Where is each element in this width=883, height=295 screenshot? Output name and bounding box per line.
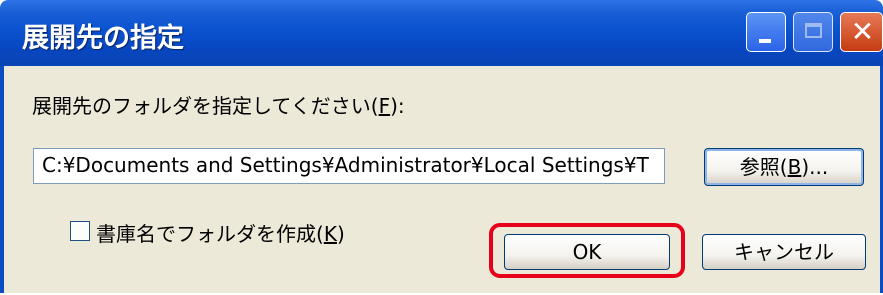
ok-button[interactable]: OK bbox=[504, 234, 670, 270]
destination-path-input[interactable]: C:¥Documents and Settings¥Administrator¥… bbox=[33, 148, 665, 184]
dialog-body: 展開先のフォルダを指定してください(F): C:¥Documents and S… bbox=[0, 66, 883, 295]
prompt-text: 展開先のフォルダを指定してください( bbox=[32, 94, 379, 118]
browse-end: )... bbox=[801, 155, 829, 179]
checkbox-end: ) bbox=[336, 222, 345, 246]
title-bar[interactable]: 展開先の指定 ✕ bbox=[0, 0, 883, 66]
cancel-button[interactable]: キャンセル bbox=[702, 234, 866, 270]
extract-destination-dialog: 展開先の指定 ✕ 展開先のフォルダを指定してください(F): C:¥Docume… bbox=[0, 0, 883, 295]
minimize-icon bbox=[759, 39, 771, 43]
checkbox-text: 書庫名でフォルダを作成( bbox=[96, 222, 324, 246]
browse-text: 参照( bbox=[739, 155, 788, 179]
prompt-accelerator: F bbox=[378, 94, 391, 118]
destination-prompt-label: 展開先のフォルダを指定してください(F): bbox=[32, 90, 405, 119]
browse-button[interactable]: 参照(B)... bbox=[704, 148, 864, 186]
window-title: 展開先の指定 bbox=[22, 23, 184, 54]
destination-path-value: C:¥Documents and Settings¥Administrator¥… bbox=[42, 153, 649, 177]
checkbox-accelerator: K bbox=[323, 222, 337, 246]
browse-accelerator: B bbox=[787, 155, 802, 179]
create-folder-label: 書庫名でフォルダを作成(K) bbox=[96, 218, 345, 247]
create-folder-checkbox[interactable] bbox=[70, 221, 90, 241]
close-icon: ✕ bbox=[850, 15, 875, 48]
prompt-end: ): bbox=[390, 94, 405, 118]
maximize-button bbox=[793, 12, 833, 52]
maximize-icon bbox=[805, 23, 822, 38]
close-button[interactable]: ✕ bbox=[840, 12, 883, 52]
minimize-button[interactable] bbox=[746, 12, 786, 52]
